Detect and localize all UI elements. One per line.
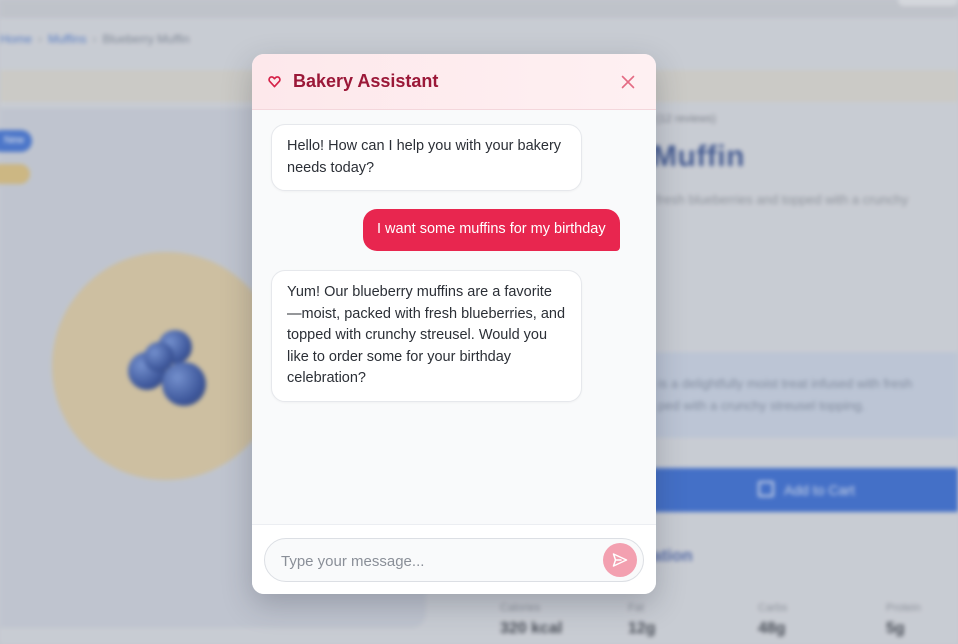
send-button[interactable] — [603, 543, 637, 577]
message-input-wrapper — [264, 538, 644, 583]
user-message: I want some muffins for my birthday — [363, 209, 620, 251]
heart-icon — [268, 76, 281, 88]
send-icon — [612, 553, 628, 567]
close-icon[interactable] — [618, 72, 638, 92]
chat-title: Bakery Assistant — [293, 71, 439, 91]
message-list[interactable]: Hello! How can I help you with your bake… — [252, 110, 656, 524]
chat-header: Bakery Assistant — [252, 54, 656, 110]
chat-footer — [252, 524, 656, 594]
message-input[interactable] — [279, 539, 603, 583]
bot-message: Yum! Our blueberry muffins are a favorit… — [271, 270, 582, 402]
bot-message: Hello! How can I help you with your bake… — [271, 124, 582, 191]
chat-window: Bakery Assistant Hello! How can I help y… — [252, 54, 656, 594]
